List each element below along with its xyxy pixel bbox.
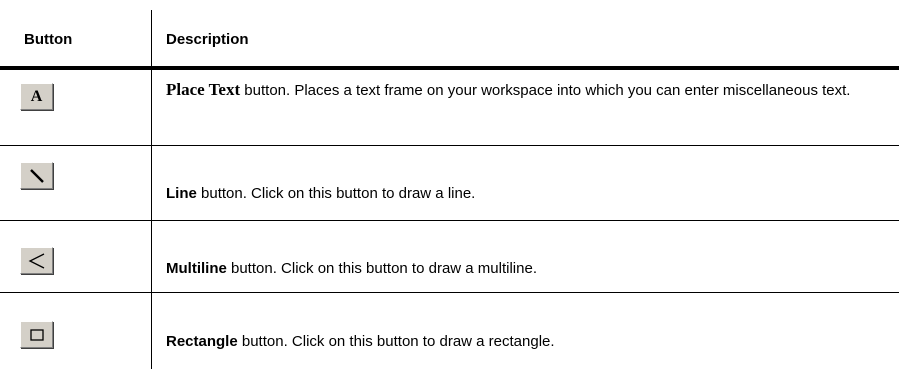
line-name: Line	[166, 185, 197, 202]
header-rule	[0, 66, 899, 70]
rectangle-name: Rectangle	[166, 333, 238, 350]
multiline-button[interactable]	[20, 247, 53, 274]
place-text-icon: A	[30, 87, 43, 105]
multiline-name: Multiline	[166, 260, 227, 277]
row-rule	[0, 220, 899, 221]
line-icon	[29, 168, 44, 183]
button-description-table: Button Description A Place Text button. …	[0, 0, 899, 369]
header-button: Button	[24, 31, 73, 48]
line-text: button. Click on this button to draw a l…	[196, 185, 476, 202]
rectangle-button[interactable]	[20, 321, 53, 348]
rectangle-icon	[29, 328, 44, 341]
place-text-text: button. Places a text frame on your work…	[240, 82, 851, 99]
header-description: Description	[166, 31, 249, 48]
row-rule	[0, 292, 899, 293]
multiline-description: Multiline button. Click on this button t…	[166, 258, 886, 280]
place-text-button[interactable]: A	[20, 83, 53, 110]
multiline-icon	[28, 252, 44, 269]
place-text-description: Place Text button. Places a text frame o…	[166, 79, 886, 102]
rectangle-description: Rectangle button. Click on this button t…	[166, 331, 886, 353]
rectangle-text: button. Click on this button to draw a r…	[237, 333, 555, 350]
multiline-text: button. Click on this button to draw a m…	[226, 260, 537, 277]
row-rule	[0, 145, 899, 146]
line-button[interactable]	[20, 162, 53, 189]
line-description: Line button. Click on this button to dra…	[166, 183, 886, 205]
place-text-name: Place Text	[166, 80, 241, 99]
table-header: Button Description	[0, 0, 899, 70]
